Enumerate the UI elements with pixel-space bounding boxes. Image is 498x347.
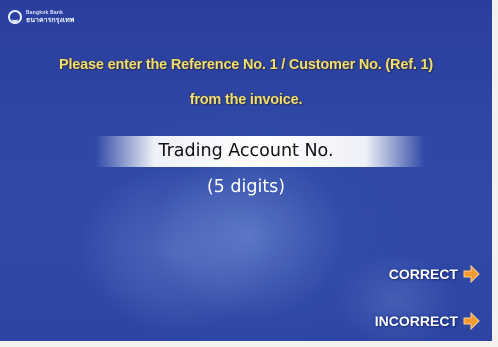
arrow-right-icon [462,265,480,283]
correct-button[interactable]: CORRECT [389,265,480,283]
field-label: Trading Account No. [158,141,334,161]
instruction-line-1: Please enter the Reference No. 1 / Custo… [59,57,433,73]
bank-logo-icon [8,10,22,24]
field-hint: (5 digits) [206,177,286,197]
arrow-right-icon [462,312,480,330]
bank-logo: Bangkok Bank ธนาคารกรุงเทพ [8,8,143,26]
bank-name-th: ธนาคารกรุงเทพ [26,16,75,24]
bank-name-en: Bangkok Bank [26,9,64,16]
incorrect-button[interactable]: INCORRECT [375,312,480,330]
instruction-line-2: from the invoice. [189,92,303,108]
atm-screen: Bangkok Bank ธนาคารกรุงเทพ Please enter … [0,0,492,341]
correct-button-label: CORRECT [388,266,458,282]
incorrect-button-label: INCORRECT [374,313,458,329]
